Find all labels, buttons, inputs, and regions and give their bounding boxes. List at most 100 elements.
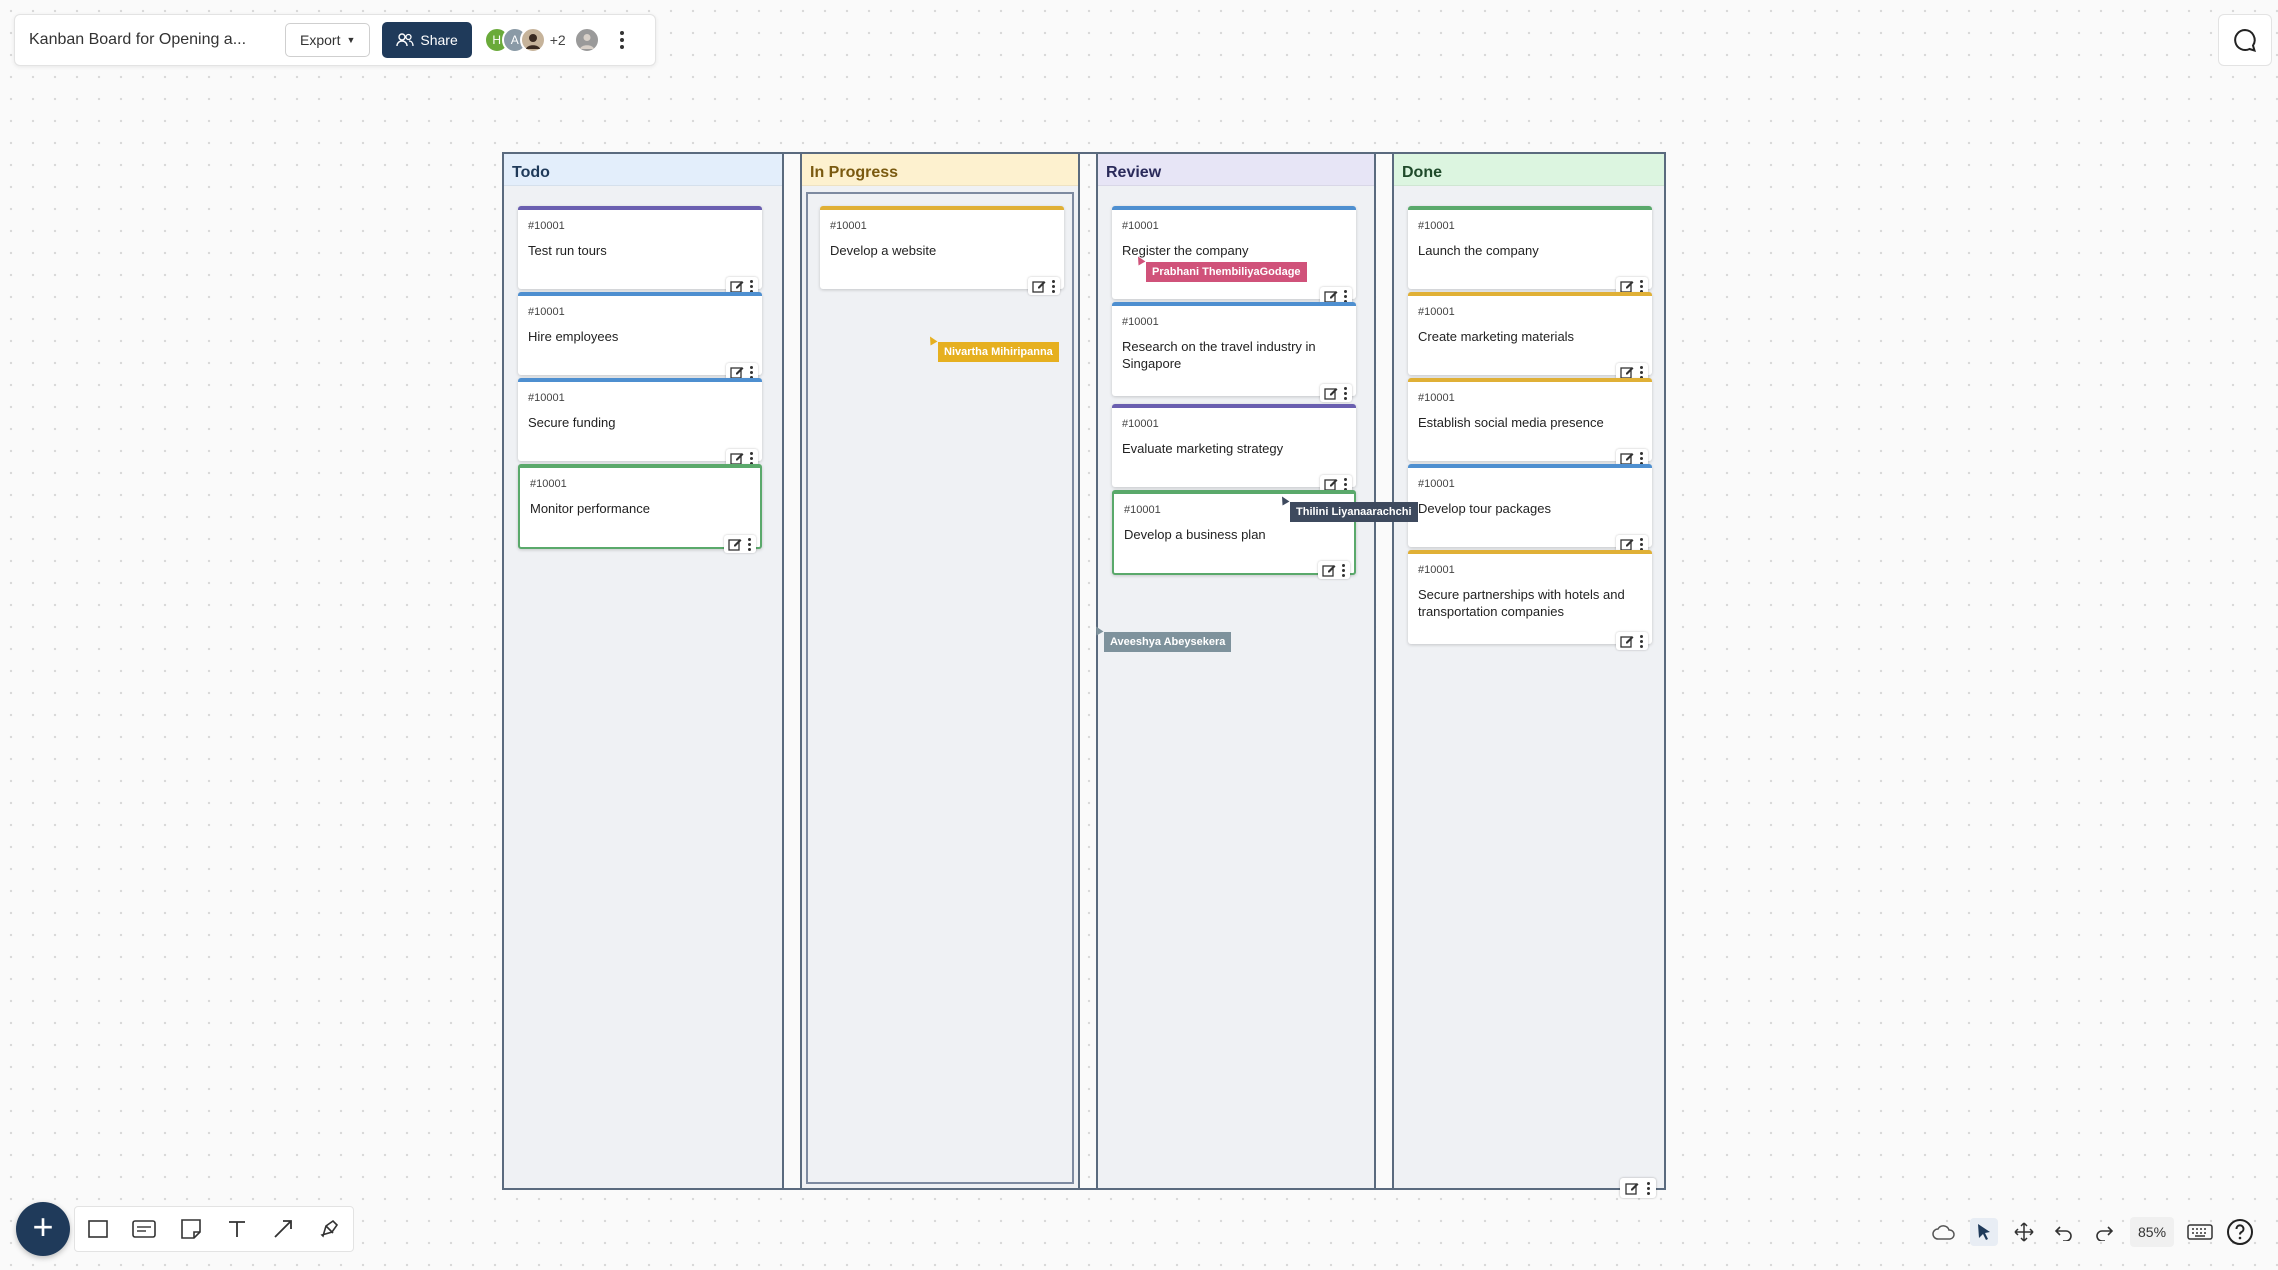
zoom-level[interactable]: 85%	[2130, 1217, 2175, 1247]
edit-icon[interactable]	[1324, 289, 1338, 303]
keyboard-shortcuts-button[interactable]	[2186, 1218, 2214, 1246]
text-tool[interactable]	[223, 1215, 251, 1243]
drawing-tools	[74, 1206, 354, 1252]
sticky-note-icon	[181, 1219, 201, 1239]
export-button[interactable]: Export ▼	[285, 23, 371, 57]
column-header: Todo	[504, 154, 782, 186]
card-title: Develop a business plan	[1124, 527, 1266, 542]
undo-icon	[2054, 1226, 2072, 1241]
current-user-avatar[interactable]	[573, 27, 600, 53]
card[interactable]: #10001 Monitor performance	[518, 464, 762, 553]
edit-icon[interactable]	[730, 279, 744, 293]
card[interactable]: #10001 Establish social media presence	[1408, 378, 1652, 467]
card-title: Establish social media presence	[1418, 415, 1604, 430]
kanban-board[interactable]: Todo #10001 Test run tours #10001 Hire e…	[502, 152, 1666, 1190]
arrow-icon	[274, 1220, 293, 1238]
card-title: Hire employees	[528, 329, 619, 344]
edit-icon[interactable]	[1620, 279, 1634, 293]
card[interactable]: #10001 Develop tour packages	[1408, 464, 1652, 553]
card[interactable]: #10001 Register the company	[1112, 206, 1356, 305]
card-tool[interactable]	[130, 1215, 158, 1243]
user-photo-icon	[525, 34, 540, 49]
pan-tool-button[interactable]	[2010, 1218, 2038, 1246]
rectangle-tool[interactable]	[84, 1215, 112, 1243]
card[interactable]: #10001 Develop a website	[820, 206, 1064, 295]
collaborator-avatars[interactable]: H A +2	[483, 27, 600, 53]
sticky-note-tool[interactable]	[177, 1215, 205, 1243]
edit-icon[interactable]	[1620, 537, 1634, 551]
edit-icon[interactable]	[1620, 365, 1634, 379]
collaborator-cursor: Aveeshya Abeysekera	[1092, 624, 1232, 652]
card-menu-icon[interactable]	[1640, 634, 1644, 648]
card-title: Create marketing materials	[1418, 329, 1575, 344]
card[interactable]: #10001 Secure funding	[518, 378, 762, 467]
card-id: #10001	[530, 478, 567, 490]
share-button[interactable]: Share	[382, 22, 472, 58]
help-button[interactable]	[2226, 1218, 2254, 1246]
cursor-label: Prabhani ThembiliyaGodage	[1146, 262, 1307, 282]
card-id: #10001	[1122, 220, 1159, 232]
redo-button[interactable]	[2090, 1218, 2118, 1246]
column-done[interactable]: Done #10001 Launch the company #10001 Cr…	[1392, 154, 1664, 1188]
card-menu-icon[interactable]	[750, 279, 754, 293]
board-menu-icon[interactable]	[1647, 1181, 1651, 1195]
card-menu-icon[interactable]	[1344, 386, 1348, 400]
edit-icon[interactable]	[1625, 1181, 1639, 1195]
edit-icon[interactable]	[1620, 634, 1634, 648]
card[interactable]: #10001 Launch the company	[1408, 206, 1652, 295]
select-tool-button[interactable]	[1970, 1218, 1998, 1246]
avatar-more-count[interactable]: +2	[550, 32, 566, 48]
card-title: Secure partnerships with hotels and tran…	[1418, 587, 1625, 619]
card-menu-icon[interactable]	[1344, 289, 1348, 303]
card-menu-icon[interactable]	[1640, 365, 1644, 379]
card-menu-icon[interactable]	[1052, 279, 1056, 293]
add-button[interactable]: +	[16, 1202, 70, 1256]
pen-tool[interactable]	[316, 1215, 344, 1243]
pen-icon	[320, 1219, 338, 1238]
card-id: #10001	[528, 392, 565, 404]
board-actions	[1620, 1178, 1656, 1198]
pointer-icon	[1978, 1224, 1990, 1240]
avatar-photo[interactable]	[519, 27, 546, 53]
card-id: #10001	[1418, 478, 1455, 490]
card-menu-icon[interactable]	[750, 365, 754, 379]
card[interactable]: #10001 Test run tours	[518, 206, 762, 295]
column-header: Review	[1098, 154, 1374, 186]
cloud-sync-button[interactable]	[1930, 1218, 1958, 1246]
more-options-icon[interactable]	[612, 31, 632, 49]
arrow-tool[interactable]	[269, 1215, 297, 1243]
edit-icon[interactable]	[728, 537, 742, 551]
column-todo[interactable]: Todo #10001 Test run tours #10001 Hire e…	[504, 154, 784, 1188]
edit-icon[interactable]	[1322, 563, 1336, 577]
card[interactable]: #10001 Evaluate marketing strategy	[1112, 404, 1356, 493]
edit-icon[interactable]	[730, 365, 744, 379]
comments-button[interactable]	[2218, 14, 2272, 66]
card-id: #10001	[1418, 392, 1455, 404]
help-icon	[2227, 1219, 2254, 1245]
board-title[interactable]: Kanban Board for Opening a...	[29, 31, 285, 49]
edit-icon[interactable]	[1324, 386, 1338, 400]
card-menu-icon[interactable]	[748, 537, 752, 551]
edit-icon[interactable]	[1324, 477, 1338, 491]
column-title: Done	[1402, 164, 1442, 181]
card[interactable]: #10001 Research on the travel industry i…	[1112, 302, 1356, 402]
card[interactable]: #10001 Create marketing materials	[1408, 292, 1652, 381]
undo-button[interactable]	[2050, 1218, 2078, 1246]
canvas-controls: 85%	[1930, 1212, 2272, 1252]
card-title: Test run tours	[528, 243, 607, 258]
edit-icon[interactable]	[1032, 279, 1046, 293]
card-menu-icon[interactable]	[750, 451, 754, 465]
column-review[interactable]: Review #10001 Register the company #1000…	[1096, 154, 1376, 1188]
card-menu-icon[interactable]	[1342, 563, 1346, 577]
card-menu-icon[interactable]	[1344, 477, 1348, 491]
card-menu-icon[interactable]	[1640, 451, 1644, 465]
cursor-label: Aveeshya Abeysekera	[1104, 632, 1232, 652]
card-menu-icon[interactable]	[1640, 537, 1644, 551]
edit-icon[interactable]	[1620, 451, 1634, 465]
share-label: Share	[420, 32, 458, 48]
card-menu-icon[interactable]	[1640, 279, 1644, 293]
card[interactable]: #10001 Secure partnerships with hotels a…	[1408, 550, 1652, 650]
edit-icon[interactable]	[730, 451, 744, 465]
column-in-progress[interactable]: In Progress #10001 Develop a website	[800, 154, 1080, 1188]
card[interactable]: #10001 Hire employees	[518, 292, 762, 381]
